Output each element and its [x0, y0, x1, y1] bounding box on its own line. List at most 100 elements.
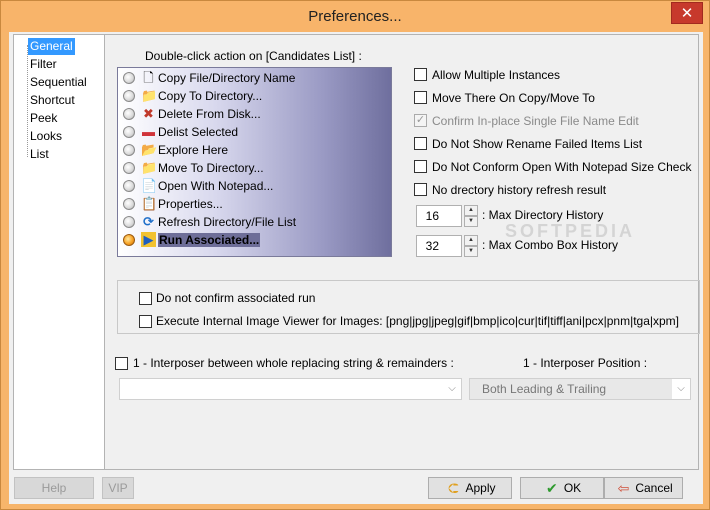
apply-label: Apply: [465, 481, 496, 495]
max-directory-history-label: : Max Directory History: [482, 208, 604, 222]
double-click-action-label: Double-click action on [Candidates List]…: [145, 49, 362, 63]
close-icon: ✕: [680, 5, 694, 22]
notepad-icon: 📄: [141, 178, 158, 193]
interposer-position-label: 1 - Interposer Position :: [523, 356, 648, 370]
nav-item-sequential[interactable]: Sequential: [28, 74, 89, 91]
interposer-position-value: Both Leading & Trailing: [482, 382, 607, 396]
chevron-down-icon[interactable]: ⌵: [443, 379, 461, 399]
internal-image-viewer-label: Execute Internal Image Viewer for Images…: [156, 314, 680, 328]
explore-folder-icon: 📂: [141, 142, 158, 157]
action-radio[interactable]: [123, 108, 135, 120]
action-label: Open With Notepad...: [158, 179, 274, 193]
action-option-refresh[interactable]: ⟳ Refresh Directory/File List: [118, 213, 388, 231]
action-radio[interactable]: [123, 216, 135, 228]
general-settings-panel: Double-click action on [Candidates List]…: [104, 34, 700, 470]
action-option-properties[interactable]: 📋 Properties...: [118, 195, 388, 213]
cancel-button[interactable]: ⇦ Cancel: [604, 477, 683, 499]
no-directory-history-refresh-checkbox[interactable]: [414, 183, 427, 196]
settings-nav-tree: General Filter Sequential Shortcut Peek …: [13, 34, 108, 470]
action-radio-selected[interactable]: [123, 234, 135, 246]
action-option-run-associated[interactable]: ▶ Run Associated...: [118, 231, 388, 249]
do-not-show-rename-failed-checkbox[interactable]: [414, 137, 427, 150]
delist-bar-icon: ▬: [142, 124, 155, 139]
nav-item-list[interactable]: List: [28, 146, 51, 163]
apply-button[interactable]: ⮈ Apply: [428, 477, 512, 499]
action-label: Run Associated...: [158, 233, 261, 247]
internal-image-viewer-checkbox[interactable]: [139, 315, 152, 328]
double-click-action-list: 🗋 Copy File/Directory Name 📁 Copy To Dir…: [117, 67, 392, 257]
option-label: Do Not Show Rename Failed Items List: [432, 137, 643, 151]
ok-label: OK: [563, 481, 582, 495]
action-radio[interactable]: [123, 162, 135, 174]
action-radio[interactable]: [123, 144, 135, 156]
refresh-icon: ⟳: [143, 214, 154, 229]
help-button[interactable]: Help: [14, 477, 94, 499]
do-not-confirm-associated-run-checkbox[interactable]: [139, 292, 152, 305]
nav-item-looks[interactable]: Looks: [28, 128, 64, 145]
interposer-label: 1 - Interposer between whole replacing s…: [133, 356, 454, 370]
action-option-open-notepad[interactable]: 📄 Open With Notepad...: [118, 177, 388, 195]
close-button[interactable]: ✕: [671, 2, 703, 24]
action-label: Delist Selected: [158, 125, 239, 139]
option-label: Move There On Copy/Move To: [432, 91, 595, 105]
max-combo-box-history-spinner[interactable]: ▲ ▼: [464, 235, 478, 257]
document-copy-icon: 🗋: [143, 70, 154, 85]
action-option-move-to-directory[interactable]: 📁 Move To Directory...: [118, 159, 388, 177]
spin-up-icon[interactable]: ▲: [464, 205, 478, 216]
client-area: General Filter Sequential Shortcut Peek …: [9, 32, 703, 504]
action-radio[interactable]: [123, 180, 135, 192]
max-directory-history-spinner[interactable]: ▲ ▼: [464, 205, 478, 227]
option-label: Do Not Conform Open With Notepad Size Ch…: [432, 160, 692, 174]
action-label: Move To Directory...: [158, 161, 264, 175]
nav-item-filter[interactable]: Filter: [28, 56, 59, 73]
action-option-copy-to-directory[interactable]: 📁 Copy To Directory...: [118, 87, 388, 105]
apply-arrow-icon: ⮈: [448, 480, 459, 496]
confirm-inplace-edit-checkbox[interactable]: ✓: [414, 114, 427, 127]
action-radio[interactable]: [123, 90, 135, 102]
delete-x-icon: ✖: [143, 106, 154, 121]
associated-run-group: Do not confirm associated run Execute In…: [117, 280, 700, 334]
action-label: Refresh Directory/File List: [158, 215, 297, 229]
nav-item-peek[interactable]: Peek: [28, 110, 59, 127]
do-not-conform-notepad-checkbox[interactable]: [414, 160, 427, 173]
spin-down-icon[interactable]: ▼: [464, 246, 478, 257]
interposer-position-select[interactable]: Both Leading & Trailing ⌵: [469, 378, 691, 400]
nav-item-general[interactable]: General: [28, 38, 75, 55]
check-icon: ✔: [545, 480, 558, 496]
option-label: No drectory history refresh result: [432, 183, 607, 197]
action-radio[interactable]: [123, 126, 135, 138]
max-directory-history-input[interactable]: 16: [416, 205, 462, 227]
window-title: Preferences...: [308, 8, 402, 25]
move-there-checkbox[interactable]: [414, 91, 427, 104]
interposer-string-combo[interactable]: ⌵: [119, 378, 462, 400]
chevron-down-icon[interactable]: ⌵: [672, 379, 690, 399]
action-option-delete[interactable]: ✖ Delete From Disk...: [118, 105, 388, 123]
action-label: Delete From Disk...: [158, 107, 261, 121]
cancel-arrow-icon: ⇦: [617, 480, 630, 496]
action-label: Copy To Directory...: [158, 89, 263, 103]
action-option-explore-here[interactable]: 📂 Explore Here: [118, 141, 388, 159]
do-not-confirm-associated-run-label: Do not confirm associated run: [156, 291, 316, 305]
option-label: Confirm In-place Single File Name Edit: [432, 114, 639, 128]
folder-copy-icon: 📁: [141, 88, 158, 103]
action-radio[interactable]: [123, 198, 135, 210]
max-combo-box-history-input[interactable]: 32: [416, 235, 462, 257]
interposer-checkbox[interactable]: [115, 357, 128, 370]
action-option-copy-name[interactable]: 🗋 Copy File/Directory Name: [118, 69, 388, 87]
ok-button[interactable]: ✔ OK: [520, 477, 604, 499]
allow-multiple-instances-checkbox[interactable]: [414, 68, 427, 81]
spin-up-icon[interactable]: ▲: [464, 235, 478, 246]
nav-item-shortcut[interactable]: Shortcut: [28, 92, 77, 109]
action-radio[interactable]: [123, 72, 135, 84]
max-combo-box-history-label: : Max Combo Box History: [482, 238, 619, 252]
vip-button[interactable]: VIP: [102, 477, 134, 499]
action-label: Explore Here: [158, 143, 229, 157]
title-bar[interactable]: Preferences... ✕: [1, 1, 709, 32]
folder-move-icon: 📁: [141, 160, 158, 175]
spin-down-icon[interactable]: ▼: [464, 216, 478, 227]
option-label: Allow Multiple Instances: [432, 68, 561, 82]
action-option-delist[interactable]: ▬ Delist Selected: [118, 123, 388, 141]
properties-icon: 📋: [141, 196, 158, 211]
preferences-window: Preferences... ✕ General Filter Sequenti…: [0, 0, 710, 510]
action-label: Properties...: [158, 197, 223, 211]
